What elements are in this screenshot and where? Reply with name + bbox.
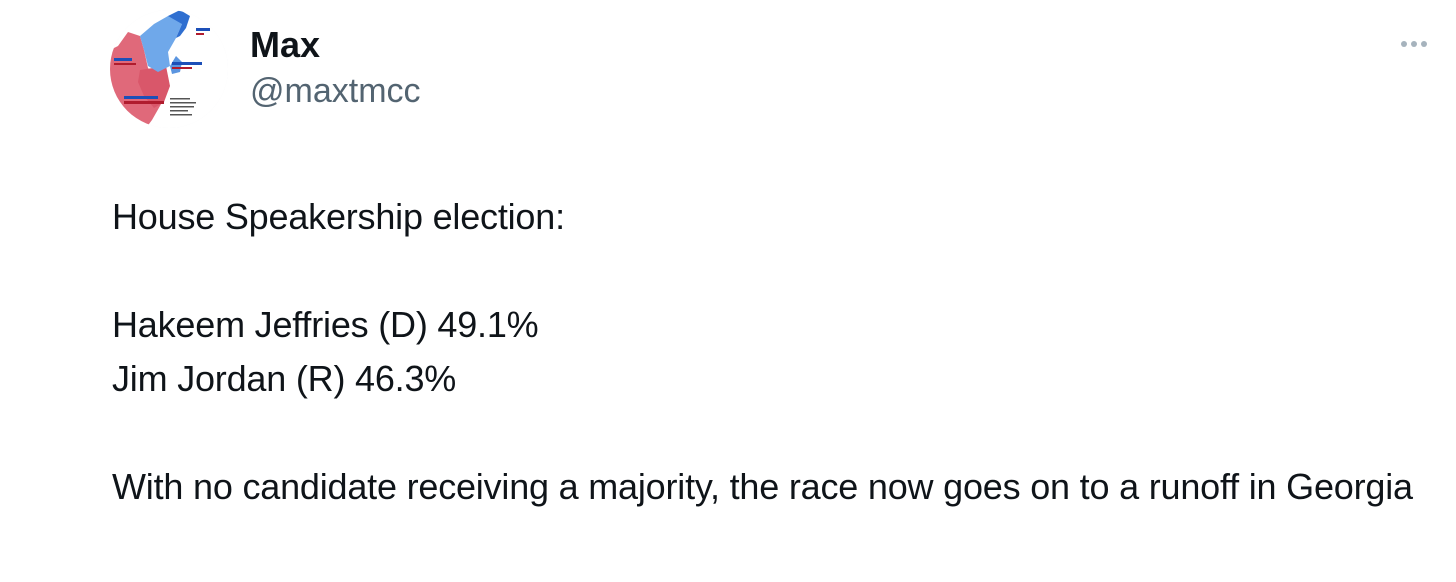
tweet-card: Max @maxtmcc House Speakership election:…	[0, 0, 1456, 582]
tweet-result-jordan: Jim Jordan (R) 46.3%	[112, 358, 457, 399]
author-handle[interactable]: @maxtmcc	[250, 70, 421, 112]
tweet-result-jeffries: Hakeem Jeffries (D) 49.1%	[112, 304, 539, 345]
avatar[interactable]	[110, 10, 228, 128]
tweet-text: House Speakership election: Hakeem Jeffr…	[112, 190, 1432, 514]
tweet-conclusion: With no candidate receiving a majority, …	[112, 466, 1413, 507]
author-name[interactable]: Max	[250, 24, 320, 66]
tweet-intro: House Speakership election:	[112, 196, 565, 237]
electoral-map-avatar-icon	[110, 10, 228, 128]
more-options-button[interactable]	[1392, 28, 1436, 60]
more-horizontal-icon	[1401, 41, 1427, 47]
